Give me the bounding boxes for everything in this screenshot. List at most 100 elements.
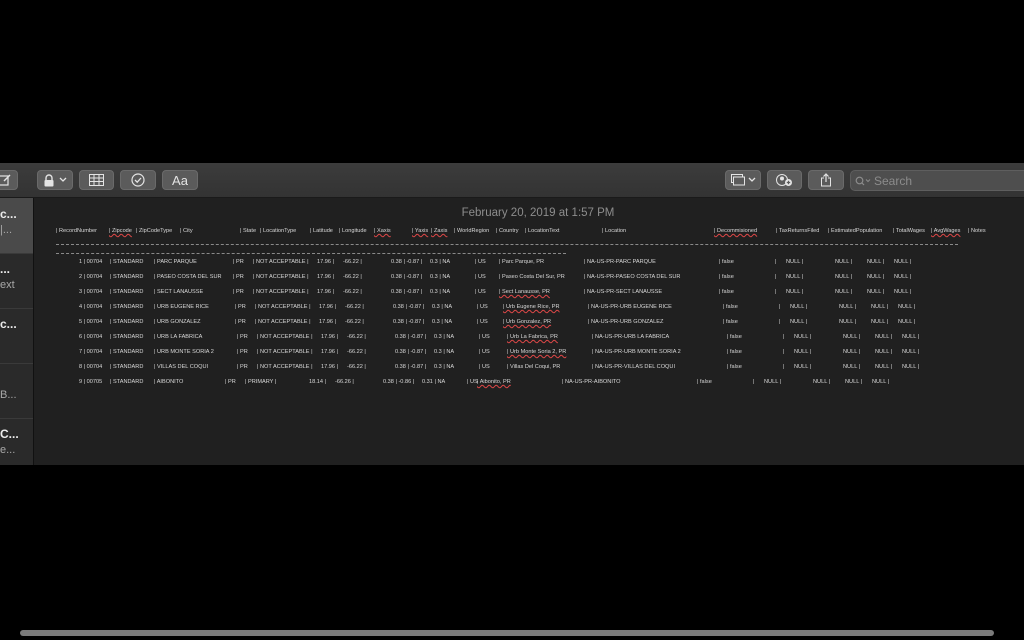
column-header: | RecordNumber (56, 228, 97, 234)
column-header: | TotalWages (893, 228, 925, 234)
table-cell: | AIBONITO (154, 379, 184, 385)
table-cell: 0.38 | -0.87 | (395, 334, 427, 340)
table-cell: | NOT ACCEPTABLE | (255, 319, 311, 325)
table-cell: | Sect Lanausse, PR (499, 289, 550, 295)
note-list-item[interactable]: c... (0, 308, 33, 364)
table-cell: 17.96 | (321, 349, 339, 355)
note-list-item[interactable]: C... e... (0, 418, 33, 465)
table-cell: | false (719, 274, 734, 280)
note-body[interactable]: | RecordNumber | Zipcode | ZipCodeType | Ci… (34, 198, 1024, 385)
table-cell: 1 | 00704 (79, 259, 103, 265)
column-header: | LocationType (260, 228, 297, 234)
table-cell: | NA-US-PR-URB LA FABRICA (592, 334, 670, 340)
table-cell: 0.3 | NA (430, 259, 451, 265)
table-cell: NULL | (898, 319, 916, 325)
note-list-item[interactable]: ... ext (0, 253, 33, 309)
table-cell: | (783, 334, 785, 340)
table-cell: | NA-US-PR-URB MONTE SORIA 2 (592, 349, 681, 355)
lock-button[interactable] (37, 170, 73, 190)
column-header: | EstimatedPopulation (828, 228, 883, 234)
table-cell: | STANDARD (110, 364, 144, 370)
table-cell: 7 | 00704 (79, 349, 103, 355)
note-list-item[interactable]: c... |... (0, 198, 33, 254)
table-cell: NULL | (875, 334, 893, 340)
search-input[interactable]: Search (850, 170, 1024, 191)
table-cell: | PR (237, 334, 248, 340)
table-cell: | SECT LANAUSSE (154, 289, 204, 295)
table-cell: 2 | 00704 (79, 274, 103, 280)
table-cell: | US (479, 349, 490, 355)
table-cell: NULL | (871, 319, 889, 325)
table-cell: 3 | 00704 (79, 289, 103, 295)
table-cell: | STANDARD (110, 274, 144, 280)
table-cell: -66.22 | (343, 274, 362, 280)
chevron-down-icon (59, 177, 67, 182)
note-list-item[interactable]: B... (0, 363, 33, 419)
search-placeholder: Search (874, 173, 913, 188)
table-cell: | NA-US-PR-PARC PARQUE (584, 259, 656, 265)
table-cell: | Urb Monte Soria 2, PR (507, 349, 567, 355)
table-cell: -66.22 | (347, 364, 366, 370)
column-header: | ZipCodeType (136, 228, 173, 234)
column-header: | State (240, 228, 257, 234)
add-people-button[interactable] (767, 170, 802, 190)
note-title: c... (0, 317, 17, 331)
table-cell: | VILLAS DEL COQUI (154, 364, 209, 370)
table-cell: -66.26 | (335, 379, 354, 385)
table-cell: NULL | (871, 304, 889, 310)
checklist-button[interactable] (120, 170, 156, 190)
table-cell: NULL | (845, 379, 863, 385)
note-preview: |... (0, 224, 13, 236)
table-cell: 8 | 00704 (79, 364, 103, 370)
table-cell: | (779, 319, 781, 325)
column-header: | Xaxis (374, 228, 391, 234)
table-cell: | (775, 289, 777, 295)
table-cell: | US (475, 274, 486, 280)
notes-list: c... |... ... ext c... B... C... e... (0, 198, 34, 465)
lock-icon (44, 173, 54, 186)
table-cell: | (753, 379, 755, 385)
table-cell: -66.22 | (343, 259, 362, 265)
table-cell: | false (727, 349, 742, 355)
table-cell: | false (697, 379, 712, 385)
table-cell: 6 | 00704 (79, 334, 103, 340)
note-date: February 20, 2019 at 1:57 PM (461, 207, 615, 219)
table-cell: | STANDARD (110, 334, 144, 340)
note-preview: B... (0, 389, 17, 401)
table-cell: 0.38 | -0.87 | (393, 319, 425, 325)
table-cell: | NOT ACCEPTABLE | (253, 259, 309, 265)
table-button[interactable] (79, 170, 114, 190)
media-button[interactable] (725, 170, 761, 190)
format-label: Aa (172, 172, 188, 188)
table-cell: | Aibonito, PR (477, 379, 511, 385)
table-cell: 0.3 | NA (432, 304, 453, 310)
compose-icon (0, 174, 11, 186)
table-cell: -66.22 | (345, 319, 364, 325)
checklist-icon (131, 173, 145, 187)
table-cell: | NOT ACCEPTABLE | (255, 304, 311, 310)
table-cell: 0.31 | NA (422, 379, 446, 385)
table-cell: -66.22 | (347, 334, 366, 340)
table-cell: | Villas Del Coqui, PR (507, 364, 561, 370)
table-cell: -66.22 | (345, 304, 364, 310)
toolbar: Aa Search (0, 163, 1024, 198)
table-cell: | STANDARD (110, 349, 144, 355)
format-button[interactable]: Aa (162, 170, 198, 190)
table-cell: | NOT ACCEPTABLE | (253, 274, 309, 280)
compose-button[interactable] (0, 170, 18, 190)
note-editor[interactable]: February 20, 2019 at 1:57 PM | RecordNum… (34, 198, 1024, 465)
table-cell: | US (475, 259, 486, 265)
table-cell: | PASEO COSTA DEL SUR (154, 274, 222, 280)
table-cell: | STANDARD (110, 289, 144, 295)
horizontal-scrollbar[interactable] (20, 630, 994, 636)
share-icon (821, 173, 831, 187)
table-cell: 17.96 | (321, 364, 339, 370)
table-cell: NULL | (794, 334, 812, 340)
share-button[interactable] (808, 170, 844, 190)
table-cell: NULL | (813, 379, 831, 385)
table-cell: NULL | (894, 274, 912, 280)
table-cell: 9 | 00705 (79, 379, 103, 385)
table-cell: | PR (235, 319, 246, 325)
media-icon (730, 174, 745, 186)
search-icon (855, 176, 871, 185)
